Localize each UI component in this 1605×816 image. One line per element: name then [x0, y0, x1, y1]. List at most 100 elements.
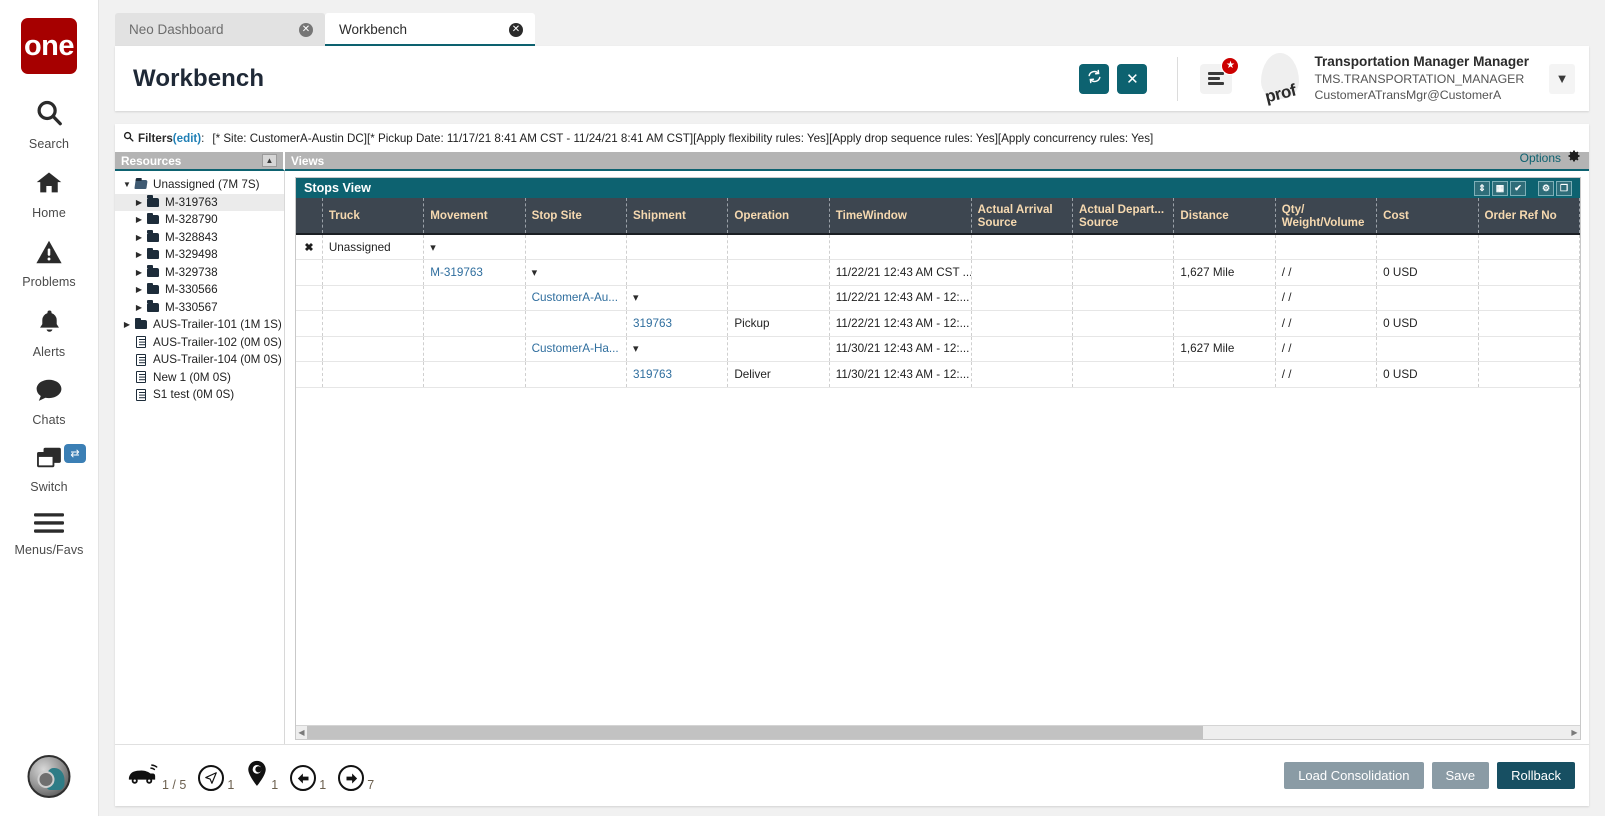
sidebar-item-problems[interactable]: Problems: [0, 228, 98, 297]
close-icon[interactable]: ✕: [299, 22, 313, 37]
arrow-right-icon[interactable]: ▶: [1569, 728, 1580, 737]
stat-outbound[interactable]: 7: [338, 765, 374, 792]
stop-site-link[interactable]: CustomerA-Ha...: [532, 342, 619, 355]
tree-node-m-329738[interactable]: ▶ M-329738: [115, 264, 284, 282]
document-icon: [133, 353, 149, 366]
swap-arrows-icon[interactable]: ⇄: [64, 444, 86, 463]
row-select[interactable]: [296, 259, 323, 286]
sidebar-item-switch[interactable]: ⇄ Switch: [0, 435, 98, 502]
tab-neo-dashboard[interactable]: Neo Dashboard ✕: [115, 13, 325, 46]
assistant-avatar-button[interactable]: [27, 755, 71, 798]
row-select[interactable]: [296, 310, 323, 337]
rollback-button[interactable]: Rollback: [1497, 762, 1575, 789]
movement-link[interactable]: M-319763: [430, 266, 483, 279]
chevron-right-icon[interactable]: ▶: [121, 320, 133, 329]
col-actual-arrival-source[interactable]: Actual Arrival Source: [971, 198, 1074, 235]
sidebar-item-chats[interactable]: Chats: [0, 367, 98, 435]
tree-node-aus-trailer-102[interactable]: AUS-Trailer-102 (0M 0S): [115, 334, 284, 352]
sidebar-item-search[interactable]: Search: [0, 88, 98, 159]
expand-collapse-icon[interactable]: ⇕: [1474, 180, 1490, 196]
tab-workbench[interactable]: Workbench ✕: [325, 13, 535, 46]
tree-node-m-328790[interactable]: ▶ M-328790: [115, 211, 284, 229]
col-order-ref-no[interactable]: Order Ref No: [1478, 198, 1581, 235]
expander-dot-icon[interactable]: ▾: [633, 292, 639, 304]
tree-node-unassigned[interactable]: ▼ Unassigned (7M 7S): [115, 176, 284, 194]
table-row[interactable]: CustomerA-Ha... ▾ 11/30/21 12:43 AM - 12…: [296, 336, 1581, 362]
main-region: Neo Dashboard ✕ Workbench ✕ Workbench ✕ …: [99, 0, 1605, 816]
chevron-right-icon[interactable]: ▶: [133, 250, 145, 259]
expander-dot-icon[interactable]: ▾: [430, 242, 436, 254]
col-movement[interactable]: Movement: [423, 198, 526, 235]
filters-colon: :: [201, 131, 205, 145]
scrollbar-thumb[interactable]: [307, 726, 1204, 739]
col-operation[interactable]: Operation: [727, 198, 830, 235]
table-row[interactable]: 319763 Pickup 11/22/21 12:43 AM - 12:...…: [296, 310, 1581, 337]
chevron-right-icon[interactable]: ▶: [133, 233, 145, 242]
chevron-right-icon[interactable]: ▶: [133, 198, 145, 207]
tree-node-m-330567[interactable]: ▶ M-330567: [115, 299, 284, 317]
col-timewindow[interactable]: TimeWindow: [829, 198, 972, 235]
chevron-up-icon[interactable]: ▲: [262, 154, 277, 167]
col-distance[interactable]: Distance: [1173, 198, 1276, 235]
notifications-menu-button[interactable]: ★: [1200, 56, 1240, 94]
options-button[interactable]: Options: [1520, 149, 1581, 166]
sidebar-item-alerts[interactable]: Alerts: [0, 297, 98, 367]
expander-dot-icon[interactable]: ▾: [532, 267, 538, 279]
sidebar-item-home[interactable]: Home: [0, 159, 98, 228]
row-select[interactable]: [296, 361, 323, 388]
row-select[interactable]: [296, 285, 323, 311]
row-select[interactable]: [296, 336, 323, 362]
chevron-down-icon[interactable]: ▼: [121, 180, 133, 189]
avatar[interactable]: prof: [1254, 51, 1306, 107]
chevron-right-icon[interactable]: ▶: [133, 303, 145, 312]
stat-stops[interactable]: 1: [246, 760, 278, 792]
tree-node-m-328843[interactable]: ▶ M-328843: [115, 229, 284, 247]
arrow-left-icon[interactable]: ◀: [296, 728, 307, 737]
stat-navigation[interactable]: 1: [198, 765, 234, 792]
tree-label: M-319763: [165, 195, 218, 209]
col-shipment[interactable]: Shipment: [626, 198, 729, 235]
close-button[interactable]: ✕: [1117, 63, 1148, 94]
sidebar-item-menus-favs[interactable]: Menus/Favs: [0, 502, 98, 565]
tree-node-aus-trailer-104[interactable]: AUS-Trailer-104 (0M 0S): [115, 351, 284, 369]
col-actual-departure-source[interactable]: Actual Depart... Source: [1072, 198, 1175, 235]
col-qty-weight-volume[interactable]: Qty/ Weight/Volume: [1275, 198, 1378, 235]
col-truck[interactable]: Truck: [322, 198, 425, 235]
shipment-link[interactable]: 319763: [633, 368, 672, 381]
tree-node-aus-trailer-101[interactable]: ▶ AUS-Trailer-101 (1M 1S): [115, 316, 284, 334]
one-logo[interactable]: one: [21, 18, 77, 74]
horizontal-scrollbar[interactable]: ◀ ▶: [296, 725, 1580, 739]
stat-trucks[interactable]: 1 / 5: [127, 762, 186, 792]
scrollbar-track[interactable]: [307, 726, 1569, 739]
load-consolidation-button[interactable]: Load Consolidation: [1284, 762, 1424, 789]
close-icon[interactable]: ✕: [509, 22, 523, 37]
col-stop-site[interactable]: Stop Site: [525, 198, 627, 235]
col-cost[interactable]: Cost: [1376, 198, 1479, 235]
table-row[interactable]: CustomerA-Au... ▾ 11/22/21 12:43 AM - 12…: [296, 285, 1581, 311]
table-row[interactable]: ✖ Unassigned ▾: [296, 234, 1581, 260]
stop-site-link[interactable]: CustomerA-Au...: [532, 291, 618, 304]
table-grid-icon[interactable]: ▦: [1492, 180, 1508, 196]
table-row[interactable]: M-319763 ▾ 11/22/21 12:43 AM CST ... 1,6…: [296, 259, 1581, 286]
popout-window-icon[interactable]: ❐: [1556, 180, 1572, 196]
chevron-right-icon[interactable]: ▶: [133, 285, 145, 294]
user-menu-button[interactable]: ▼: [1549, 63, 1575, 94]
save-button[interactable]: Save: [1431, 762, 1490, 789]
refresh-button[interactable]: [1079, 63, 1110, 94]
gear-icon[interactable]: ⚙: [1538, 180, 1554, 196]
sidebar-label-switch: Switch: [30, 480, 68, 494]
filters-edit-link[interactable]: (edit): [173, 132, 201, 145]
row-remove-button[interactable]: ✖: [296, 234, 323, 260]
chevron-right-icon[interactable]: ▶: [133, 268, 145, 277]
chevron-right-icon[interactable]: ▶: [133, 215, 145, 224]
table-row[interactable]: 319763 Deliver 11/30/21 12:43 AM - 12:..…: [296, 361, 1581, 388]
tree-node-s1-test[interactable]: S1 test (0M 0S): [115, 386, 284, 404]
tree-node-m-330566[interactable]: ▶ M-330566: [115, 281, 284, 299]
checkmark-icon[interactable]: ✔: [1510, 180, 1526, 196]
expander-dot-icon[interactable]: ▾: [633, 343, 639, 355]
tree-node-new-1[interactable]: New 1 (0M 0S): [115, 369, 284, 387]
stat-inbound[interactable]: 1: [290, 765, 326, 792]
shipment-link[interactable]: 319763: [633, 317, 672, 330]
tree-node-m-329498[interactable]: ▶ M-329498: [115, 246, 284, 264]
tree-node-m-319763[interactable]: ▶ M-319763: [115, 193, 284, 211]
